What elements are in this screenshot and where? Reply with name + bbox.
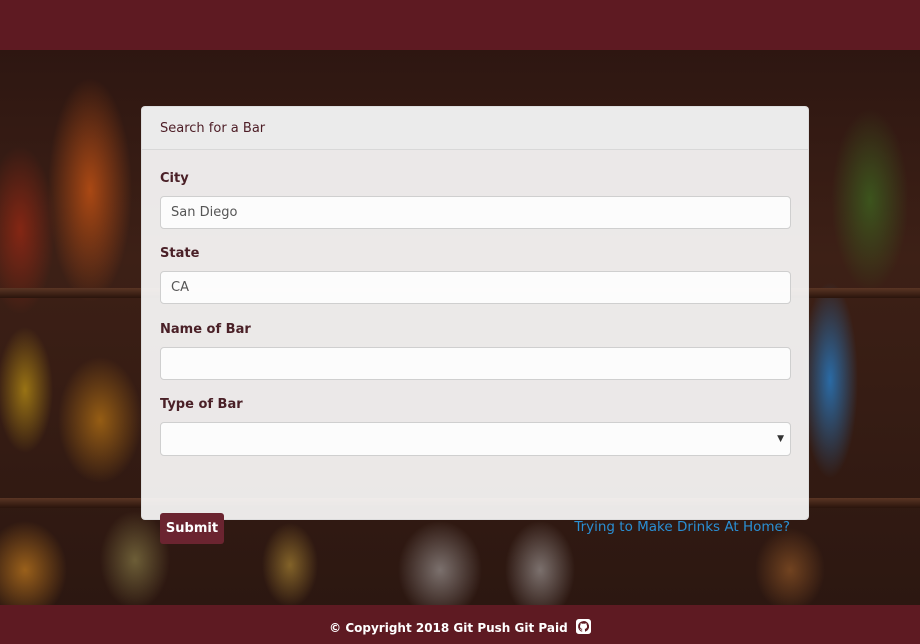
bar-name-label: Name of Bar xyxy=(160,322,251,337)
panel-title: Search for a Bar xyxy=(160,121,266,136)
top-navbar xyxy=(0,0,920,50)
bar-type-select[interactable]: ▼ xyxy=(160,422,791,456)
state-label: State xyxy=(160,246,200,261)
submit-button[interactable]: Submit xyxy=(160,513,224,544)
bar-type-label: Type of Bar xyxy=(160,397,243,412)
drinks-at-home-link[interactable]: Trying to Make Drinks At Home? xyxy=(574,519,790,535)
panel-heading: Search for a Bar xyxy=(142,107,808,150)
state-input[interactable] xyxy=(160,271,791,304)
search-panel: Search for a Bar City State Name of Bar … xyxy=(141,106,809,544)
bar-name-input[interactable] xyxy=(160,347,791,380)
copyright-text: © Copyright 2018 Git Push Git Paid xyxy=(329,621,568,635)
caret-down-icon: ▼ xyxy=(777,434,784,444)
footer: © Copyright 2018 Git Push Git Paid xyxy=(0,605,920,644)
city-input[interactable] xyxy=(160,196,791,229)
city-label: City xyxy=(160,171,189,186)
github-icon[interactable] xyxy=(575,607,591,644)
